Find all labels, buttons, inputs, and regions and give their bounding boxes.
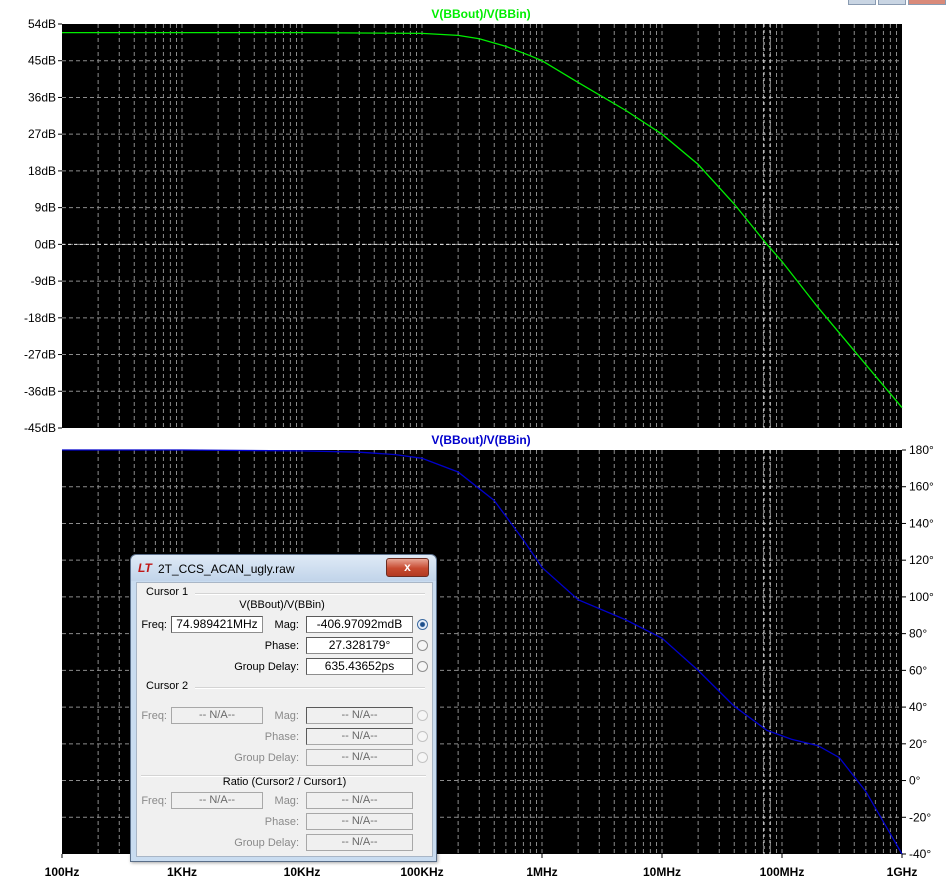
cursor-dialog[interactable]: LT 2T_CCS_ACAN_ugly.raw x Cursor 1 V(BBo…: [130, 554, 437, 862]
cursor2-group-delay-label: Group Delay:: [234, 752, 299, 764]
x-tick-label: 100MHz: [760, 865, 805, 879]
x-tick-label: 1GHz: [887, 865, 918, 879]
cursor1-freq-label: Freq:: [141, 619, 167, 631]
y-tick-label: -27dB: [24, 348, 56, 362]
cursor1-mag-field[interactable]: -406.97092mdB: [306, 616, 413, 633]
cursor2-freq-field[interactable]: -- N/A--: [171, 707, 263, 724]
y-tick-label: -20°: [909, 810, 931, 824]
y-tick-label: -18dB: [24, 311, 56, 325]
y-tick-label: 100°: [909, 590, 934, 604]
ratio-mag-field[interactable]: -- N/A--: [306, 792, 413, 809]
cursor1-divider: [195, 593, 425, 595]
ratio-group-delay-label: Group Delay:: [234, 837, 299, 849]
cursor1-phase-field[interactable]: 27.328179°: [306, 637, 413, 654]
y-tick-label: 0dB: [35, 237, 56, 251]
dialog-titlebar[interactable]: LT 2T_CCS_ACAN_ugly.raw x: [131, 555, 436, 581]
cursor2-group-delay-radio[interactable]: [417, 752, 428, 763]
ratio-mag-label: Mag:: [274, 795, 299, 807]
cursor2-group-delay-field[interactable]: -- N/A--: [306, 749, 413, 766]
y-tick-label: -36dB: [24, 384, 56, 398]
y-tick-label: -40°: [909, 847, 931, 861]
cursor2-mag-radio[interactable]: [417, 710, 428, 721]
y-tick-label: 80°: [909, 627, 927, 641]
y-tick-label: 36dB: [28, 90, 56, 104]
cursor1-phase-label: Phase:: [264, 640, 299, 652]
cursor2-freq-label: Freq:: [141, 710, 167, 722]
dialog-body: Cursor 1 V(BBout)/V(BBin) Freq: 74.98942…: [136, 582, 433, 857]
y-tick-label: 140°: [909, 516, 934, 530]
y-tick-label: 60°: [909, 663, 927, 677]
y-tick-label: 40°: [909, 700, 927, 714]
close-icon[interactable]: x: [386, 558, 429, 577]
cursor2-phase-field[interactable]: -- N/A--: [306, 728, 413, 745]
x-tick-label: 100Hz: [45, 865, 80, 879]
cursor2-group-title: Cursor 2: [146, 680, 189, 692]
ratio-group-delay-field[interactable]: -- N/A--: [306, 834, 413, 851]
cursor2-mag-label: Mag:: [274, 710, 299, 722]
y-tick-label: -45dB: [24, 421, 56, 435]
ratio-group-title: Ratio (Cursor2 / Cursor1): [222, 776, 347, 788]
y-tick-label: 120°: [909, 553, 934, 567]
cursor2-phase-label: Phase:: [264, 731, 299, 743]
magnitude-trace-title[interactable]: V(BBout)/V(BBin): [431, 7, 530, 21]
x-tick-label: 1KHz: [167, 865, 197, 879]
x-tick-label: 10MHz: [643, 865, 681, 879]
dialog-title: 2T_CCS_ACAN_ugly.raw: [158, 562, 295, 576]
y-tick-label: 20°: [909, 737, 927, 751]
cursor1-phase-radio[interactable]: [417, 640, 428, 651]
ratio-phase-field[interactable]: -- N/A--: [306, 813, 413, 830]
cursor2-phase-radio[interactable]: [417, 731, 428, 742]
y-tick-label: 160°: [909, 480, 934, 494]
y-tick-label: 54dB: [28, 17, 56, 31]
cursor1-freq-field[interactable]: 74.989421MHz: [171, 616, 263, 633]
cursor1-group-delay-label: Group Delay:: [234, 661, 299, 673]
phase-trace-title[interactable]: V(BBout)/V(BBin): [431, 433, 530, 447]
cursor2-divider: [195, 687, 425, 689]
y-tick-label: 45dB: [28, 54, 56, 68]
magnitude-pane[interactable]: [62, 24, 902, 428]
phase-y-ticks: 180° 160° 140° 120° 100° 80° 60° 40° 20° 0° -20° -4…: [902, 443, 934, 861]
x-tick-label: 100KHz: [400, 865, 443, 879]
y-tick-label: 27dB: [28, 127, 56, 141]
y-tick-label: 18dB: [28, 164, 56, 178]
y-tick-label: 180°: [909, 443, 934, 457]
cursor1-mag-label: Mag:: [274, 619, 299, 631]
cursor1-group-title: Cursor 1: [146, 586, 189, 598]
ratio-phase-label: Phase:: [264, 816, 299, 828]
x-tick-label: 10KHz: [284, 865, 321, 879]
y-tick-label: 0°: [909, 774, 921, 788]
cursor1-mag-radio[interactable]: [417, 619, 428, 630]
cursor2-mag-field[interactable]: -- N/A--: [306, 707, 413, 724]
cursor1-group-delay-radio[interactable]: [417, 661, 428, 672]
x-tick-label: 1MHz: [526, 865, 557, 879]
ratio-freq-label: Freq:: [141, 795, 167, 807]
magnitude-y-ticks: 54dB 45dB 36dB 27dB 18dB 9dB 0dB -9dB -18dB -27dB…: [24, 17, 62, 435]
ratio-freq-field[interactable]: -- N/A--: [171, 792, 263, 809]
lt-logo-icon: LT: [138, 561, 152, 575]
y-tick-label: -9dB: [31, 274, 56, 288]
cursor1-group-delay-field[interactable]: 635.43652ps: [306, 658, 413, 675]
cursor1-trace-name: V(BBout)/V(BBin): [239, 599, 325, 611]
y-tick-label: 9dB: [35, 201, 56, 215]
